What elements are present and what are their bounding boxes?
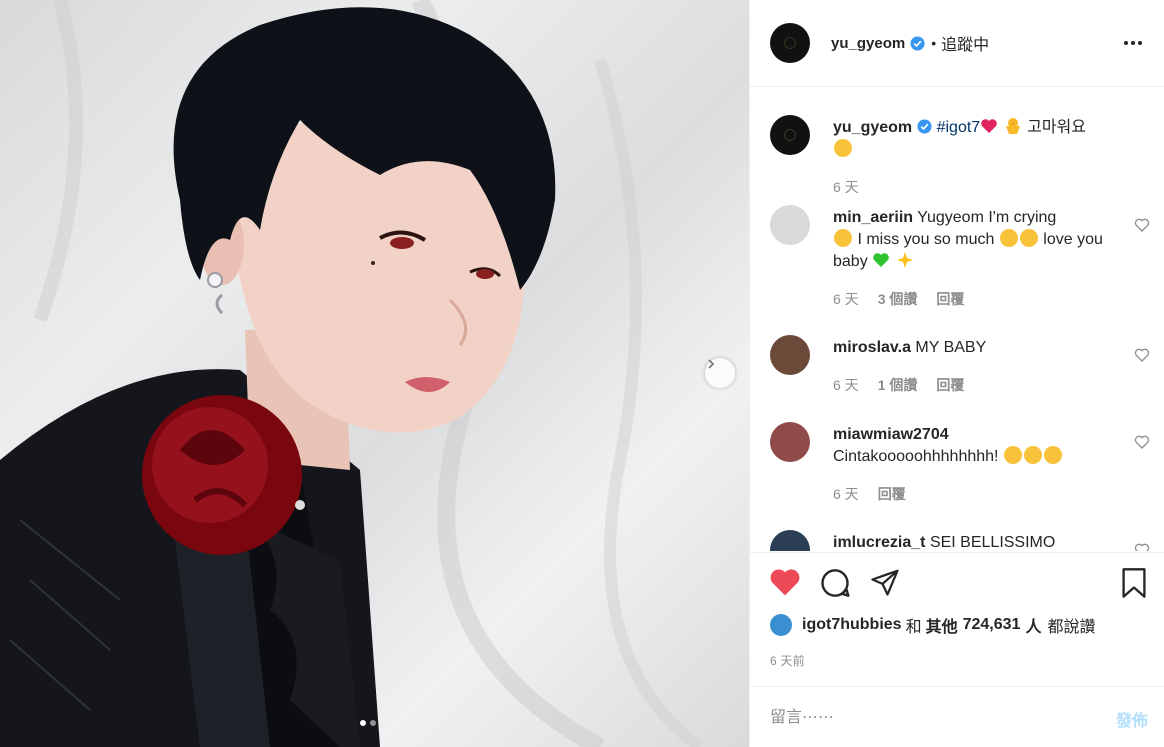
author-username[interactable]: yu_gyeom (831, 35, 905, 52)
green-heart-emoji-icon (873, 253, 889, 267)
comment-username[interactable]: imlucrezia_t (833, 534, 925, 551)
post-actions: igot7hubbies 和 其他 724,631 人 都說讚 6 天前 發佈 (750, 552, 1164, 747)
next-arrow-icon (708, 359, 715, 369)
liker-username[interactable]: igot7hubbies (802, 616, 902, 634)
caption-time: 6 天 (833, 179, 859, 195)
comment-likes-count[interactable]: 3 個讚 (878, 289, 918, 309)
reply-button[interactable]: 回覆 (936, 375, 964, 395)
caption-username[interactable]: yu_gyeom (833, 119, 912, 136)
comment-username[interactable]: min_aeriin (833, 209, 913, 226)
comment-body: miawmiaw2704 Cintakooooohhhhhhhh! (833, 424, 1123, 468)
comment-like-heart-icon[interactable] (1134, 347, 1150, 363)
comment-input[interactable] (770, 703, 1070, 733)
post-side-panel: yu_gyeom • 追蹤中 yu_gyeom #igot7 고마워요 6 天 (749, 0, 1164, 747)
kissing-face-emoji-icon (1043, 446, 1062, 464)
comment-username[interactable]: miawmiaw2704 (833, 426, 949, 443)
reply-button[interactable]: 回覆 (878, 484, 906, 504)
crying-face-emoji-icon (999, 229, 1018, 247)
carousel-dots (360, 720, 376, 726)
author-avatar[interactable] (770, 23, 810, 63)
comment-text-part: I miss you so much (857, 231, 995, 248)
post-header: yu_gyeom • 追蹤中 (750, 0, 1164, 87)
kissing-face-emoji-icon (1003, 446, 1022, 464)
sparkles-emoji-icon (896, 252, 913, 268)
comment-meta: 6 天 回覆 (833, 484, 906, 504)
commenter-avatar[interactable] (770, 335, 810, 375)
next-photo-button[interactable] (705, 358, 735, 388)
header-separator: • (931, 35, 937, 51)
comment-body: imlucrezia_t SEI BELLISSIMO (833, 532, 1123, 551)
likes-and: 和 (905, 619, 922, 636)
comment-time: 6 天 (833, 377, 859, 393)
comment-body: miroslav.a MY BABY (833, 337, 1123, 359)
post-timestamp[interactable]: 6 天前 (770, 652, 805, 669)
carousel-dot (370, 720, 376, 726)
add-comment-section: 發佈 (750, 686, 1164, 747)
comment-text: SEI BELLISSIMO (929, 534, 1056, 551)
verified-badge-icon (910, 35, 925, 51)
comment-body: min_aeriin Yugyeom I'm crying I miss you… (833, 207, 1123, 273)
reply-button[interactable]: 回覆 (936, 289, 964, 309)
likes-summary: igot7hubbies 和 其他 724,631 人 都說讚 (770, 613, 1095, 637)
comment-meta: 6 天 1 個讚 回覆 (833, 375, 964, 395)
heart-icon[interactable] (769, 567, 801, 597)
comment-text-part: Yugyeom I'm crying (917, 209, 1057, 226)
commenter-avatar[interactable] (770, 530, 810, 551)
comment-meta: 6 天 3 個讚 回覆 (833, 289, 964, 309)
photo-illustration (0, 0, 704, 747)
comment-text: MY BABY (915, 339, 987, 356)
comment-text: Cintakooooohhhhhhhh! (833, 448, 999, 465)
author-avatar[interactable] (770, 115, 810, 155)
smiling-face-emoji-icon (834, 139, 852, 157)
carousel-dot-active (360, 720, 366, 726)
liker-avatar[interactable] (770, 614, 792, 636)
verified-badge-icon (917, 119, 932, 134)
comment-time: 6 天 (833, 291, 859, 307)
chick-emoji-icon (1005, 118, 1020, 134)
likes-suffix[interactable]: 人 (1025, 613, 1041, 637)
likes-liked-text: 都說讚 (1047, 619, 1096, 636)
likes-others-prefix[interactable]: 其他 (926, 613, 958, 637)
comment-username[interactable]: miroslav.a (833, 339, 911, 356)
share-icon[interactable] (870, 567, 900, 597)
commenter-avatar[interactable] (770, 205, 810, 245)
caption-text: 고마워요 (1027, 119, 1086, 136)
post-comment-button[interactable]: 發佈 (1116, 707, 1148, 731)
action-icons (769, 567, 1149, 601)
commenter-avatar[interactable] (770, 422, 810, 462)
crying-face-emoji-icon (1019, 229, 1038, 247)
sad-face-emoji-icon (834, 229, 852, 247)
post-photo[interactable] (0, 0, 749, 747)
comment-time: 6 天 (833, 486, 859, 502)
red-heart-emoji-icon (981, 119, 997, 133)
more-options-icon[interactable] (1124, 33, 1146, 53)
comment-icon[interactable] (819, 567, 851, 599)
follow-status-button[interactable]: 追蹤中 (941, 31, 989, 55)
comment-like-heart-icon[interactable] (1134, 434, 1150, 450)
comment-likes-count[interactable]: 1 個讚 (878, 375, 918, 395)
caption-meta: 6 天 (833, 177, 859, 197)
caption-body: yu_gyeom #igot7 고마워요 (833, 117, 1123, 161)
comment-like-heart-icon[interactable] (1134, 542, 1150, 551)
likes-count[interactable]: 724,631 (963, 616, 1021, 634)
comment-like-heart-icon[interactable] (1134, 217, 1150, 233)
caption-hashtag[interactable]: #igot7 (937, 119, 981, 136)
kissing-face-emoji-icon (1023, 446, 1042, 464)
bookmark-icon[interactable] (1121, 567, 1147, 599)
comments-list[interactable]: yu_gyeom #igot7 고마워요 6 天 min_aeriin Yugy… (750, 88, 1164, 551)
